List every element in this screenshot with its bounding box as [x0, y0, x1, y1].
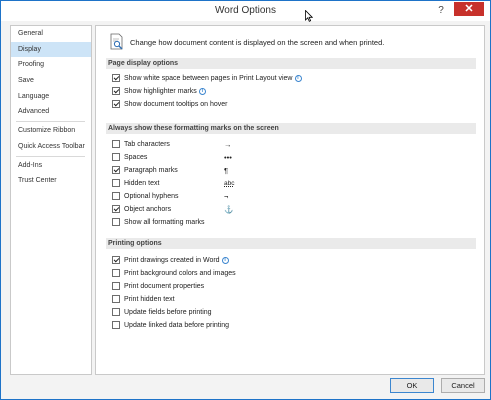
intro-text: Change how document content is displayed…	[130, 38, 385, 47]
checkbox[interactable]	[112, 308, 120, 316]
checkbox[interactable]	[112, 140, 120, 148]
checkbox[interactable]	[112, 282, 120, 290]
checkbox[interactable]	[112, 192, 120, 200]
close-button[interactable]: ✕	[454, 2, 484, 16]
checkbox[interactable]	[112, 166, 120, 174]
window-title: Word Options	[215, 5, 276, 16]
title-bar[interactable]: Word Options ? ✕	[1, 1, 490, 22]
info-icon: i	[221, 257, 229, 264]
checkbox[interactable]	[112, 256, 120, 264]
option-label: Show all formatting marks	[124, 219, 205, 226]
section-printing: Printing options	[106, 238, 476, 249]
sidebar-item-general[interactable]: General	[11, 26, 91, 42]
section-formatting-marks: Always show these formatting marks on th…	[106, 123, 476, 134]
option-label: Hidden text	[124, 180, 160, 187]
checkbox[interactable]	[112, 153, 120, 161]
checkbox[interactable]	[112, 100, 120, 108]
option-label: Show white space between pages in Print …	[124, 73, 302, 84]
info-icon: i	[294, 75, 302, 82]
sidebar-divider	[16, 155, 85, 157]
checkbox[interactable]	[112, 295, 120, 303]
sidebar-item-customize-ribbon[interactable]: Customize Ribbon	[11, 123, 91, 139]
checkbox[interactable]	[112, 321, 120, 329]
option-label: Show highlighter marks i	[124, 86, 206, 97]
sidebar-item-language[interactable]: Language	[11, 89, 91, 105]
checkbox[interactable]	[112, 218, 120, 226]
checkbox[interactable]	[112, 179, 120, 187]
sidebar-divider	[16, 121, 85, 123]
word-options-dialog: Word Options ? ✕ General Display Proofin…	[0, 0, 491, 400]
options-sidebar: General Display Proofing Save Language A…	[10, 25, 92, 375]
checkbox[interactable]	[112, 87, 120, 95]
option-label: Spaces	[124, 154, 148, 161]
optional-hyphen-icon: ¬	[224, 192, 229, 201]
option-label: Optional hyphens	[124, 193, 179, 200]
checkbox[interactable]	[112, 205, 120, 213]
cancel-button[interactable]: Cancel	[441, 378, 485, 393]
tab-mark-icon: →	[224, 140, 232, 149]
display-options-panel: Change how document content is displayed…	[95, 25, 485, 375]
option-label: Show document tooltips on hover	[124, 101, 228, 108]
hidden-text-mark-icon: abc	[224, 180, 235, 187]
option-label: Update fields before printing	[124, 309, 212, 316]
document-magnifier-icon	[110, 33, 123, 50]
sidebar-item-trust-center[interactable]: Trust Center	[11, 173, 91, 189]
checkbox[interactable]	[112, 269, 120, 277]
info-icon: i	[198, 88, 206, 95]
sidebar-item-quick-access-toolbar[interactable]: Quick Access Toolbar	[11, 139, 91, 155]
sidebar-item-display[interactable]: Display	[11, 41, 91, 58]
help-button[interactable]: ?	[434, 4, 448, 18]
space-mark-icon: •••	[224, 153, 232, 162]
anchor-icon: ⚓	[224, 205, 234, 214]
option-label: Update linked data before printing	[124, 322, 230, 329]
sidebar-item-proofing[interactable]: Proofing	[11, 57, 91, 73]
mouse-cursor-icon	[305, 10, 313, 22]
sidebar-item-advanced[interactable]: Advanced	[11, 104, 91, 120]
option-label: Print hidden text	[124, 296, 175, 303]
sidebar-item-add-ins[interactable]: Add-Ins	[11, 158, 91, 174]
option-label: Print drawings created in Word i	[124, 255, 229, 266]
option-label: Paragraph marks	[124, 167, 178, 174]
checkbox[interactable]	[112, 74, 120, 82]
sidebar-item-save[interactable]: Save	[11, 73, 91, 89]
intro: Change how document content is displayed…	[108, 32, 468, 52]
option-label: Object anchors	[124, 206, 172, 213]
option-label: Tab characters	[124, 141, 170, 148]
pilcrow-icon: ¶	[224, 166, 229, 175]
option-label: Print document properties	[124, 283, 205, 290]
section-page-display: Page display options	[106, 58, 476, 69]
ok-button[interactable]: OK	[390, 378, 434, 393]
option-label: Print background colors and images	[124, 270, 236, 277]
